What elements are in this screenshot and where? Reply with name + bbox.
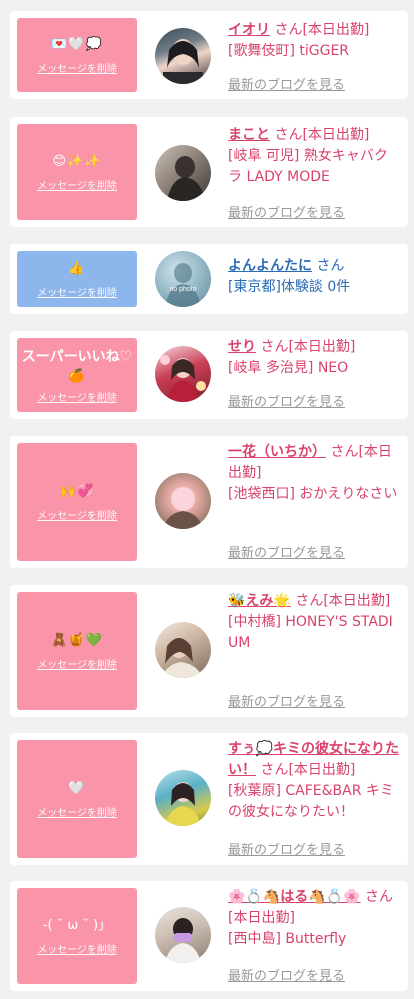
message-text: 👍	[68, 261, 86, 276]
shop-location: [歌舞伎町] tiGGER	[228, 43, 350, 59]
latest-blog-link[interactable]: 最新のブログを見る	[228, 542, 345, 561]
status-text: [本日出勤]	[302, 22, 370, 38]
avatar-photo-icon	[161, 638, 203, 678]
entry-info: 🐝えみ🌟 さん[本日出勤] [中村橋] HONEY'S STADIUM	[228, 591, 400, 654]
message-card: スーパーいいね♡ 🍊 メッセージを削除 せり さん[本日出勤] [岐阜 多治見]…	[10, 331, 408, 419]
entry-info: 一花（いちか） さん[本日出勤] [池袋西口] おかえりなさい	[228, 442, 400, 505]
message-bubble: 💌🤍💭 メッセージを削除	[17, 18, 137, 92]
message-text: -( ˘ ω ˘ )」	[42, 918, 112, 933]
message-text-line2: 🍊	[68, 368, 86, 384]
user-name-link[interactable]: よんよんたに	[228, 258, 312, 274]
entry-info: すぅ💭キミの彼女になりたい！ さん[本日出勤] [秋葉原] CAFE&BAR キ…	[228, 739, 400, 823]
entry-info: せり さん[本日出勤] [岐阜 多治見] NEO	[228, 337, 400, 379]
girl-name-link[interactable]: 🐝えみ🌟	[228, 593, 291, 609]
avatar-photo-icon	[165, 782, 201, 826]
latest-blog-link[interactable]: 最新のブログを見る	[228, 74, 345, 93]
avatar-photo-icon	[165, 918, 201, 963]
message-bubble: 🙌💞 メッセージを削除	[17, 443, 137, 561]
avatar-photo-icon	[160, 355, 206, 402]
delete-message-link[interactable]: メッセージを削除	[37, 60, 117, 75]
status-text: [本日出勤]	[228, 910, 295, 926]
shop-location: [西中島] Butterfly	[228, 931, 347, 947]
no-photo-text: no photo	[169, 286, 196, 293]
message-card: 👍 メッセージを削除 no photo よんよんたに さん [東京都]体験談 0…	[10, 244, 408, 314]
message-text: 🤍	[68, 781, 86, 796]
message-bubble: 🤍 メッセージを削除	[17, 740, 137, 858]
entry-info: まこと さん[本日出勤] [岐阜 可児] 熟女キャバクラ LADY MODE	[228, 125, 400, 188]
message-card: 😊✨✨ メッセージを削除 まこと さん[本日出勤] [岐阜 可児] 熟女キャバク…	[10, 117, 408, 227]
delete-message-link[interactable]: メッセージを削除	[37, 941, 117, 956]
honorific: さん	[330, 444, 359, 460]
message-bubble: スーパーいいね♡ 🍊 メッセージを削除	[17, 338, 137, 412]
shop-location: [池袋西口] おかえりなさい	[228, 486, 398, 502]
delete-message-link[interactable]: メッセージを削除	[37, 284, 117, 299]
delete-message-link[interactable]: メッセージを削除	[37, 656, 117, 671]
message-card: 🙌💞 メッセージを削除 一花（いちか） さん[本日出勤] [池袋西口] おかえり…	[10, 436, 408, 568]
shop-location: [岐阜 多治見] NEO	[228, 360, 349, 376]
latest-blog-link[interactable]: 最新のブログを見る	[228, 839, 345, 858]
user-location: [東京都]体験談 0件	[228, 279, 351, 295]
status-text: [本日出勤]	[288, 762, 356, 778]
honorific: さん	[260, 339, 289, 355]
message-card: 💌🤍💭 メッセージを削除 イオリ さん[本日出勤] [歌舞伎町] tiGGER …	[10, 11, 408, 99]
shop-location: [秋葉原] CAFE&BAR キミの彼女になりたい！	[228, 783, 394, 820]
message-bubble: 👍 メッセージを削除	[17, 251, 137, 307]
message-text: スーパーいいね♡	[21, 348, 133, 365]
avatar[interactable]	[155, 145, 211, 201]
avatar[interactable]	[155, 907, 211, 963]
honorific: さん	[260, 762, 289, 778]
avatar[interactable]	[155, 28, 211, 84]
status-text: [本日出勤]	[288, 339, 356, 355]
latest-blog-link[interactable]: 最新のブログを見る	[228, 202, 345, 221]
message-bubble: 🧸🍯💚 メッセージを削除	[17, 592, 137, 710]
delete-message-link[interactable]: メッセージを削除	[37, 389, 117, 404]
shop-location: [中村橋] HONEY'S STADIUM	[228, 614, 393, 651]
entry-info: 🌸💍🐴はる🐴💍🌸 さん [本日出勤] [西中島] Butterfly	[228, 887, 400, 950]
girl-name-link[interactable]: 🌸💍🐴はる🐴💍🌸	[228, 889, 361, 905]
honorific: さん	[274, 22, 303, 38]
avatar-photo-icon	[167, 156, 205, 201]
avatar-photo-icon	[163, 39, 203, 84]
delete-message-link[interactable]: メッセージを削除	[37, 507, 117, 522]
honorific: さん	[365, 889, 394, 905]
delete-message-link[interactable]: メッセージを削除	[37, 804, 117, 819]
avatar[interactable]	[155, 622, 211, 678]
avatar[interactable]	[155, 473, 211, 529]
avatar[interactable]: no photo	[155, 251, 211, 307]
latest-blog-link[interactable]: 最新のブログを見る	[228, 391, 345, 410]
girl-name-link[interactable]: イオリ	[228, 22, 270, 38]
message-text: 🙌💞	[59, 484, 95, 499]
avatar[interactable]	[155, 346, 211, 402]
message-card: 🤍 メッセージを削除 すぅ💭キミの彼女になりたい！ さん[本日出勤] [秋葉原]…	[10, 733, 408, 865]
avatar-photo-icon	[163, 487, 203, 529]
message-bubble: -( ˘ ω ˘ )」 メッセージを削除	[17, 888, 137, 984]
message-bubble: 😊✨✨ メッセージを削除	[17, 124, 137, 220]
message-text: 😊✨✨	[52, 154, 102, 169]
honorific: さん	[295, 593, 324, 609]
status-text: [本日出勤]	[323, 593, 391, 609]
entry-info: よんよんたに さん [東京都]体験談 0件	[228, 256, 400, 298]
message-text: 💌🤍💭	[51, 37, 103, 52]
message-card: 🧸🍯💚 メッセージを削除 🐝えみ🌟 さん[本日出勤] [中村橋] HONEY'S…	[10, 585, 408, 717]
honorific: さん	[274, 127, 303, 143]
shop-location: [岐阜 可児] 熟女キャバクラ LADY MODE	[228, 148, 388, 185]
girl-name-link[interactable]: まこと	[228, 127, 270, 143]
message-text: 🧸🍯💚	[51, 633, 103, 648]
honorific: さん	[316, 258, 345, 274]
message-card: -( ˘ ω ˘ )」 メッセージを削除 🌸💍🐴はる🐴💍🌸 さん [本日出勤] […	[10, 881, 408, 991]
latest-blog-link[interactable]: 最新のブログを見る	[228, 691, 345, 710]
avatar-placeholder-icon: no photo	[165, 263, 201, 307]
latest-blog-link[interactable]: 最新のブログを見る	[228, 965, 345, 984]
status-text: [本日出勤]	[302, 127, 370, 143]
entry-info: イオリ さん[本日出勤] [歌舞伎町] tiGGER	[228, 20, 400, 62]
avatar[interactable]	[155, 770, 211, 826]
girl-name-link[interactable]: せり	[228, 339, 256, 355]
girl-name-link[interactable]: 一花（いちか）	[228, 444, 326, 460]
delete-message-link[interactable]: メッセージを削除	[37, 177, 117, 192]
